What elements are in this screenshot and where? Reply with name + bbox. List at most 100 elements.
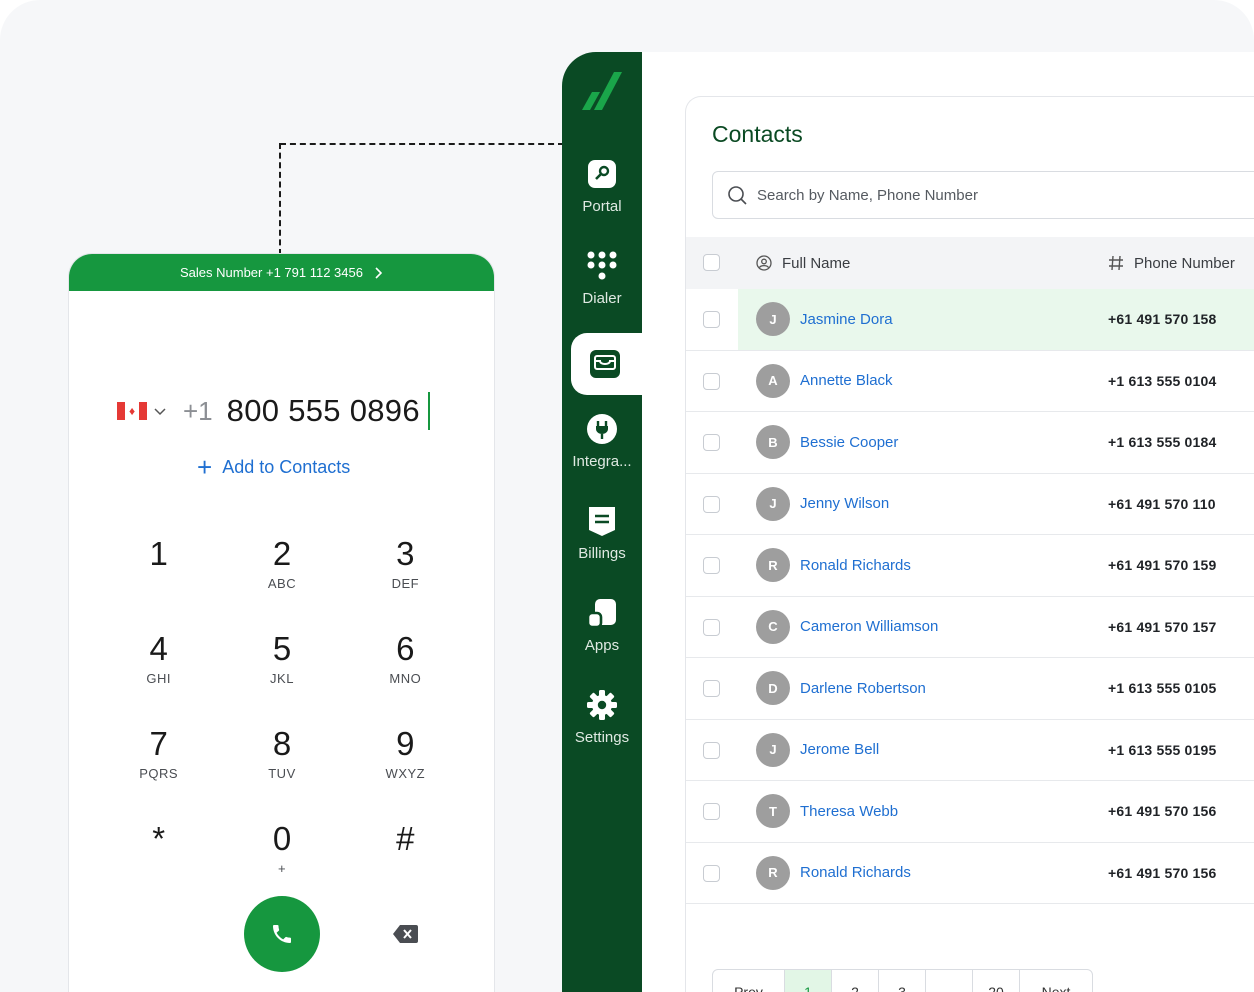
avatar: J <box>756 732 790 767</box>
canada-flag-icon[interactable]: ♦ <box>117 402 147 420</box>
search-box[interactable] <box>712 171 1254 219</box>
keypad-key[interactable]: 6 MNO <box>344 629 467 696</box>
sidebar-item-integrations[interactable]: Integra... <box>562 413 642 489</box>
contact-phone: +61 491 570 158 <box>1108 311 1217 328</box>
keypad-key[interactable]: 8 TUV <box>220 724 343 791</box>
sidebar-item-dialer[interactable]: Dialer <box>562 250 642 326</box>
select-all-checkbox[interactable] <box>703 254 720 271</box>
sidebar-item-settings[interactable]: Settings <box>562 689 642 765</box>
sidebar-item-label: Dialer <box>582 290 622 307</box>
keypad-key[interactable]: 4 GHI <box>97 629 220 696</box>
column-header-phone[interactable]: Phone Number <box>1108 255 1235 272</box>
table-row[interactable]: J Jasmine Dora +61 491 570 158 <box>686 289 1254 351</box>
key-digit: 7 <box>149 725 168 762</box>
plug-icon <box>586 413 618 445</box>
call-button[interactable] <box>243 896 320 972</box>
keypad-key[interactable]: * <box>97 819 220 886</box>
contact-name-link[interactable]: Bessie Cooper <box>800 434 898 451</box>
keypad-key[interactable]: 5 JKL <box>220 629 343 696</box>
key-digit: 2 <box>272 535 292 572</box>
chevron-down-icon[interactable] <box>153 404 167 418</box>
page-button[interactable]: 3 <box>879 970 926 992</box>
keypad-key[interactable]: 2 ABC <box>220 534 343 601</box>
key-digit: 1 <box>149 535 168 572</box>
table-row[interactable]: J Jerome Bell +1 613 555 0195 <box>686 720 1254 781</box>
key-letters: GHI <box>146 671 171 686</box>
next-page-button[interactable]: Next <box>1020 970 1092 992</box>
contact-phone: +1 613 555 0105 <box>1108 680 1217 697</box>
row-checkbox[interactable] <box>703 618 720 636</box>
contact-name-link[interactable]: Ronald Richards <box>800 557 911 574</box>
table-row[interactable]: R Ronald Richards +61 491 570 156 <box>686 843 1254 904</box>
contact-name-link[interactable]: Theresa Webb <box>800 803 898 820</box>
row-checkbox[interactable] <box>703 557 720 574</box>
row-checkbox[interactable] <box>703 803 720 820</box>
receipt-icon <box>586 505 618 537</box>
table-row[interactable]: J Jenny Wilson +61 491 570 110 <box>686 474 1254 535</box>
keypad-key[interactable]: 1 <box>97 534 220 601</box>
table-row[interactable]: A Annette Black +1 613 555 0104 <box>686 351 1254 412</box>
page-button[interactable] <box>926 970 973 992</box>
key-digit: 5 <box>272 630 292 667</box>
row-checkbox[interactable] <box>703 495 720 513</box>
keypad-key[interactable]: 9 WXYZ <box>344 724 467 791</box>
table-row[interactable]: T Theresa Webb +61 491 570 156 <box>686 781 1254 843</box>
contact-name-link[interactable]: Darlene Robertson <box>800 680 926 697</box>
prev-page-button[interactable]: Prev <box>713 970 785 992</box>
keypad-key[interactable]: 0 + <box>220 819 343 886</box>
sales-number-text: Sales Number +1 791 112 3456 <box>180 265 363 280</box>
gear-icon <box>586 689 618 721</box>
contact-name-link[interactable]: Annette Black <box>800 372 893 389</box>
phone-icon <box>272 925 291 943</box>
key-letters: JKL <box>270 671 294 686</box>
contact-phone: +61 491 570 159 <box>1108 557 1217 574</box>
keypad-key[interactable]: # <box>344 819 467 886</box>
plus-icon: + <box>197 452 213 482</box>
dialed-number[interactable]: 800 555 0896 <box>227 393 420 429</box>
text-cursor <box>427 392 430 430</box>
sidebar-item-apps[interactable]: Apps <box>562 597 642 673</box>
sidebar-item-contacts[interactable] <box>571 333 651 395</box>
apps-icon <box>586 597 618 629</box>
key-digit: 4 <box>149 630 168 667</box>
row-checkbox[interactable] <box>703 864 720 882</box>
key-letters: MNO <box>389 671 422 686</box>
page-title: Contacts <box>712 121 803 147</box>
sales-number-banner[interactable]: Sales Number +1 791 112 3456 <box>69 254 494 291</box>
contact-phone: +1 613 555 0104 <box>1108 372 1217 389</box>
brand-logo-icon <box>582 72 622 110</box>
key-digit: * <box>152 820 166 857</box>
search-input[interactable] <box>757 186 1237 204</box>
contact-name-link[interactable]: Jasmine Dora <box>800 311 893 328</box>
contact-name-link[interactable]: Jerome Bell <box>800 741 879 758</box>
contact-name-link[interactable]: Cameron Williamson <box>800 618 938 635</box>
keypad-key[interactable]: 7 PQRS <box>97 724 220 791</box>
table-row[interactable]: D Darlene Robertson +1 613 555 0105 <box>686 658 1254 720</box>
page-button[interactable]: 2 <box>832 970 879 992</box>
table-row[interactable]: R Ronald Richards +61 491 570 159 <box>686 535 1254 597</box>
keypad-key[interactable]: 3 DEF <box>344 534 467 601</box>
country-prefix: +1 <box>183 395 213 426</box>
key-letters: + <box>277 861 287 876</box>
contact-name-link[interactable]: Jenny Wilson <box>800 495 889 512</box>
column-header-name[interactable]: Full Name <box>756 255 850 272</box>
row-checkbox[interactable] <box>703 372 720 390</box>
sidebar-item-portal[interactable]: Portal <box>562 158 642 234</box>
add-to-contacts-button[interactable]: + Add to Contacts <box>197 454 350 480</box>
backspace-icon[interactable] <box>392 924 419 944</box>
row-checkbox[interactable] <box>703 311 720 328</box>
connector-line <box>280 143 564 145</box>
page-button[interactable]: 1 <box>785 970 832 992</box>
sidebar-item-billings[interactable]: Billings <box>562 505 642 581</box>
contact-phone: +61 491 570 156 <box>1108 864 1217 881</box>
row-checkbox[interactable] <box>703 680 720 697</box>
table-row[interactable]: B Bessie Cooper +1 613 555 0184 <box>686 412 1254 474</box>
row-checkbox[interactable] <box>703 741 720 759</box>
page-button[interactable]: 20 <box>973 970 1020 992</box>
key-digit: 6 <box>396 630 415 667</box>
contact-name-link[interactable]: Ronald Richards <box>800 864 911 881</box>
row-checkbox[interactable] <box>703 434 720 451</box>
contact-phone: +61 491 570 156 <box>1108 803 1217 820</box>
table-row[interactable]: C Cameron Williamson +61 491 570 157 <box>686 597 1254 658</box>
keypad: 1 2 ABC 3 DEF 4 GHI 5 JKL 6 MNO 7 PQRS 8 TUV 9 WXYZ * 0 + # <box>97 534 467 886</box>
